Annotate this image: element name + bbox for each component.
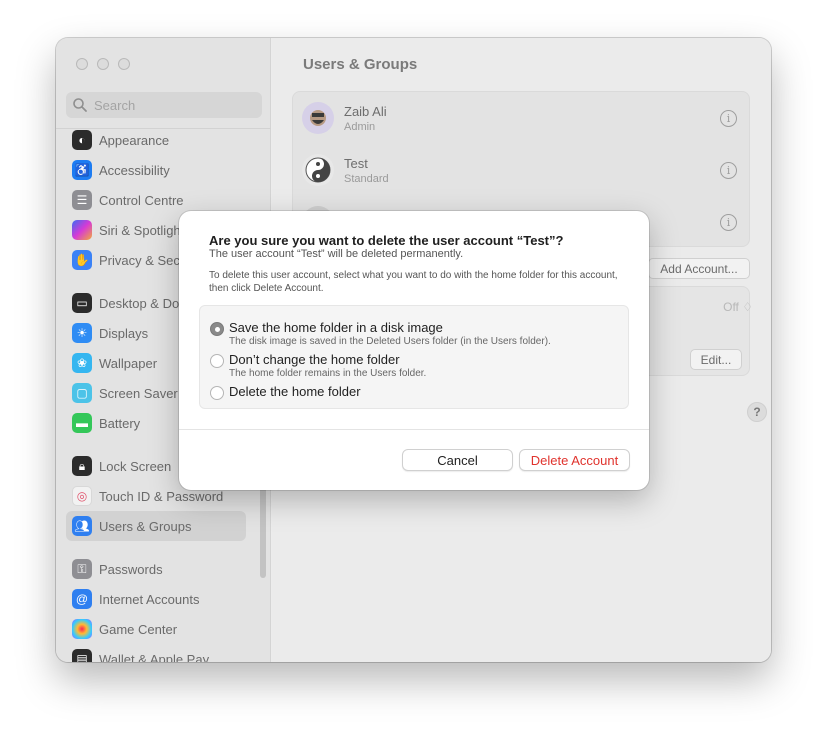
users-icon: 👥︎ [72, 516, 92, 536]
control-centre-icon: ☰ [72, 190, 92, 210]
dock-icon: ▭ [72, 293, 92, 313]
sidebar-item-label: Screen Saver [99, 385, 178, 401]
avatar [302, 154, 334, 186]
user-row[interactable]: Zaib Ali Admin i [293, 92, 749, 144]
cancel-button[interactable]: Cancel [402, 449, 513, 471]
auto-login-select[interactable]: Off ♢ [723, 300, 753, 314]
hand-icon: ✋ [72, 250, 92, 270]
info-icon[interactable]: i [720, 161, 737, 179]
option-dont-change[interactable]: Don’t change the home folder The home fo… [210, 352, 426, 379]
memoji-avatar-icon [310, 110, 326, 126]
sidebar-item-label: Control Centre [99, 192, 184, 208]
delete-account-button[interactable]: Delete Account [519, 449, 630, 471]
option-label: Don’t change the home folder [229, 352, 400, 367]
dialog-divider [179, 429, 649, 430]
lock-icon: 🔒︎ [72, 456, 92, 476]
sidebar-item-label: Wallet & Apple Pay [99, 651, 210, 663]
page-title: Users & Groups [303, 56, 418, 73]
sidebar-item-label: Game Center [99, 621, 178, 637]
sidebar-item-appearance[interactable]: ◐ Appearance [66, 125, 246, 155]
zoom-window-button[interactable] [118, 58, 130, 70]
user-name: Test [344, 155, 368, 171]
search-placeholder: Search [94, 97, 136, 113]
home-folder-options: Save the home folder in a disk image The… [199, 305, 629, 409]
sidebar-item-passwords[interactable]: ⚿ Passwords [66, 554, 246, 584]
option-save-disk-image[interactable]: Save the home folder in a disk image The… [210, 320, 551, 347]
sidebar-item-users-groups[interactable]: 👥︎ Users & Groups [66, 511, 246, 541]
wallet-icon: ▤ [72, 649, 92, 662]
option-hint: The home folder remains in the Users fol… [229, 368, 427, 379]
dialog-description: To delete this user account, select what… [209, 270, 618, 294]
sun-icon: ☀ [72, 323, 92, 343]
at-icon: @ [72, 589, 92, 609]
appearance-icon: ◐ [72, 130, 92, 150]
option-label: Save the home folder in a disk image [229, 320, 443, 335]
yin-yang-icon [305, 157, 331, 183]
sidebar-item-label: Passwords [99, 561, 163, 577]
siri-icon [72, 220, 92, 240]
window-controls [76, 58, 130, 70]
user-row[interactable]: Test Standard i [293, 144, 749, 196]
battery-icon: ▬ [72, 413, 92, 433]
close-window-button[interactable] [76, 58, 88, 70]
sidebar-item-game-center[interactable]: Game Center [66, 614, 246, 644]
search-field[interactable]: Search [66, 92, 262, 118]
edit-button[interactable]: Edit... [690, 349, 742, 370]
sidebar-item-label: Internet Accounts [99, 591, 200, 607]
user-role: Admin [344, 120, 376, 133]
delete-account-dialog: Are you sure you want to delete the user… [179, 211, 649, 490]
sidebar-item-internet-accounts[interactable]: @ Internet Accounts [66, 584, 246, 614]
sidebar-item-label: Lock Screen [99, 458, 172, 474]
sidebar-item-wallet[interactable]: ▤ Wallet & Apple Pay [66, 644, 246, 662]
option-delete-home-folder[interactable]: Delete the home folder [210, 384, 361, 400]
sidebar-item-accessibility[interactable]: ♿ Accessibility [66, 155, 246, 185]
radio-button[interactable] [210, 354, 224, 368]
game-center-icon [72, 619, 92, 639]
radio-button-selected[interactable] [210, 322, 224, 336]
sidebar-item-label: Battery [99, 415, 141, 431]
radio-button[interactable] [210, 386, 224, 400]
sidebar-item-label: Wallpaper [99, 355, 158, 371]
option-label: Delete the home folder [229, 384, 361, 399]
help-button[interactable]: ? [747, 402, 767, 422]
info-icon[interactable]: i [720, 109, 737, 127]
sidebar-item-label: Accessibility [99, 162, 170, 178]
fingerprint-icon: ◎ [72, 486, 92, 506]
dialog-subtitle: The user account “Test” will be deleted … [209, 248, 464, 260]
sidebar-scrollbar[interactable] [260, 478, 266, 578]
flower-icon: ❀ [72, 353, 92, 373]
sidebar-item-label: Siri & Spotlight [99, 222, 185, 238]
option-hint: The disk image is saved in the Deleted U… [229, 336, 551, 347]
user-role: Standard [344, 172, 389, 185]
key-icon: ⚿ [72, 559, 92, 579]
user-name: Zaib Ali [344, 103, 387, 119]
add-account-button[interactable]: Add Account... [648, 258, 750, 279]
sidebar-item-label: Touch ID & Password [99, 488, 224, 504]
minimize-window-button[interactable] [97, 58, 109, 70]
sidebar-item-label: Displays [99, 325, 149, 341]
accessibility-icon: ♿ [72, 160, 92, 180]
info-icon[interactable]: i [720, 213, 737, 231]
avatar [302, 102, 334, 134]
screensaver-icon: ▢ [72, 383, 92, 403]
sidebar-item-label: Appearance [99, 132, 170, 148]
search-icon [73, 98, 87, 112]
sidebar-item-label: Users & Groups [99, 518, 192, 534]
dialog-title: Are you sure you want to delete the user… [209, 233, 564, 248]
